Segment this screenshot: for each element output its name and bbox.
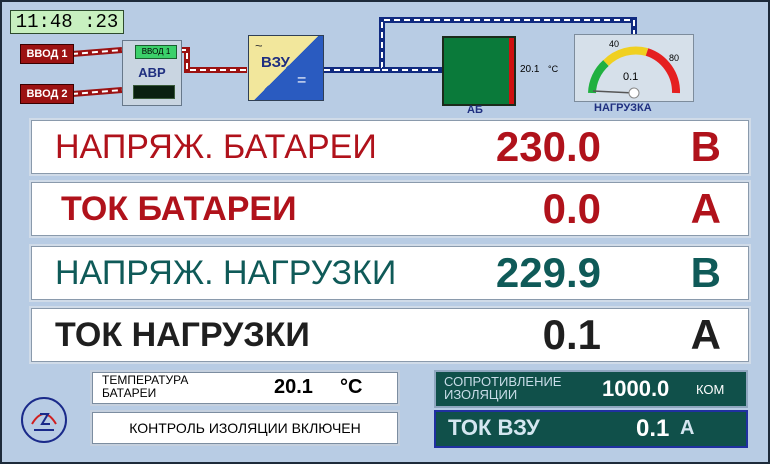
gauge-value: 0.1 [623, 71, 639, 83]
avr-inactive-input [133, 85, 175, 99]
load-gauge-dial [588, 46, 681, 99]
battery-level-bar [509, 38, 514, 104]
ac-symbol-icon: ~ [255, 38, 263, 53]
battery-current-unit: А [690, 185, 721, 232]
dc-symbol-icon: = [297, 72, 307, 89]
battery-temperature-unit: °C [340, 376, 363, 398]
gauge-label: НАГРУЗКА [594, 102, 652, 114]
wire-avr-vzu [180, 47, 247, 73]
battery-temperature-box: ТЕМПЕРАТУРА БАТАРЕИ 20.1 °C [90, 370, 400, 406]
isolation-resistance-box: СОПРОТИВЛЕНИЕ ИЗОЛЯЦИИ 1000.0 КОМ [434, 370, 748, 408]
charger-current-label: ТОК ВЗУ [448, 415, 540, 440]
charger-current-value: 0.1 [636, 415, 670, 442]
battery-label: АБ [467, 104, 483, 116]
battery-temperature-value: 20.1 [274, 376, 313, 398]
battery-temperature-label: ТЕМПЕРАТУРА БАТАРЕИ [102, 374, 188, 400]
battery-unit[interactable] [442, 36, 516, 106]
isolation-status-text: КОНТРОЛЬ ИЗОЛЯЦИИ ВКЛЮЧЕН [129, 420, 361, 436]
isolation-status-box: КОНТРОЛЬ ИЗОЛЯЦИИ ВКЛЮЧЕН [90, 410, 400, 446]
battery-temp-value: 20.1 [520, 64, 540, 75]
load-gauge[interactable]: 40 80 0.1 [574, 34, 694, 102]
gauge-max-label: 80 [669, 53, 680, 63]
avr-label: АВР [138, 65, 166, 80]
battery-voltage-value: 230.0 [495, 123, 601, 170]
charger-label: ВЗУ [261, 54, 290, 71]
resistance-label-line2: ИЗОЛЯЦИИ [444, 387, 518, 402]
battery-current-value: 0.0 [542, 185, 601, 232]
gauge-min-label: 40 [609, 39, 620, 49]
input-1-indicator[interactable]: ВВОД 1 [20, 44, 74, 64]
avr-active-input: ВВОД 1 [135, 45, 177, 59]
logo-icon [21, 397, 67, 443]
temp-label-line2: БАТАРЕИ [102, 386, 157, 400]
row-load-current: ТОК НАГРУЗКИ 0.1 А [29, 306, 751, 364]
charger-unit[interactable]: ~ ВЗУ = [248, 35, 324, 101]
load-current-label: ТОК НАГРУЗКИ [55, 316, 310, 354]
battery-voltage-label: НАПРЯЖ. БАТАРЕИ [55, 128, 377, 166]
isolation-resistance-unit: КОМ [696, 382, 725, 397]
row-load-voltage: НАПРЯЖ. НАГРУЗКИ 229.9 В [29, 244, 751, 302]
load-current-value: 0.1 [542, 311, 601, 358]
main-panel: 11:48 :23 ВВОД 1 ВВОД 2 ВВОД 1 АВР ~ ВЗУ… [0, 0, 770, 464]
company-logo [18, 394, 70, 446]
battery-voltage-unit: В [690, 123, 721, 170]
battery-current-label: ТОК БАТАРЕИ [61, 190, 297, 228]
charger-current-box: ТОК ВЗУ 0.1 А [434, 410, 748, 448]
charger-current-unit: А [680, 417, 695, 439]
load-voltage-value: 229.9 [495, 249, 601, 296]
load-current-unit: А [690, 311, 721, 358]
row-battery-current: ТОК БАТАРЕИ 0.0 А [29, 180, 751, 238]
input-2-indicator[interactable]: ВВОД 2 [20, 84, 74, 104]
isolation-resistance-value: 1000.0 [602, 376, 670, 401]
battery-temp-unit: °C [548, 64, 559, 74]
row-battery-voltage: НАПРЯЖ. БАТАРЕИ 230.0 В [29, 118, 751, 176]
load-voltage-label: НАПРЯЖ. НАГРУЗКИ [55, 254, 397, 292]
isolation-resistance-label: СОПРОТИВЛЕНИЕ ИЗОЛЯЦИИ [444, 375, 561, 401]
avr-unit[interactable]: ВВОД 1 АВР [122, 40, 182, 106]
load-voltage-unit: В [690, 249, 721, 296]
